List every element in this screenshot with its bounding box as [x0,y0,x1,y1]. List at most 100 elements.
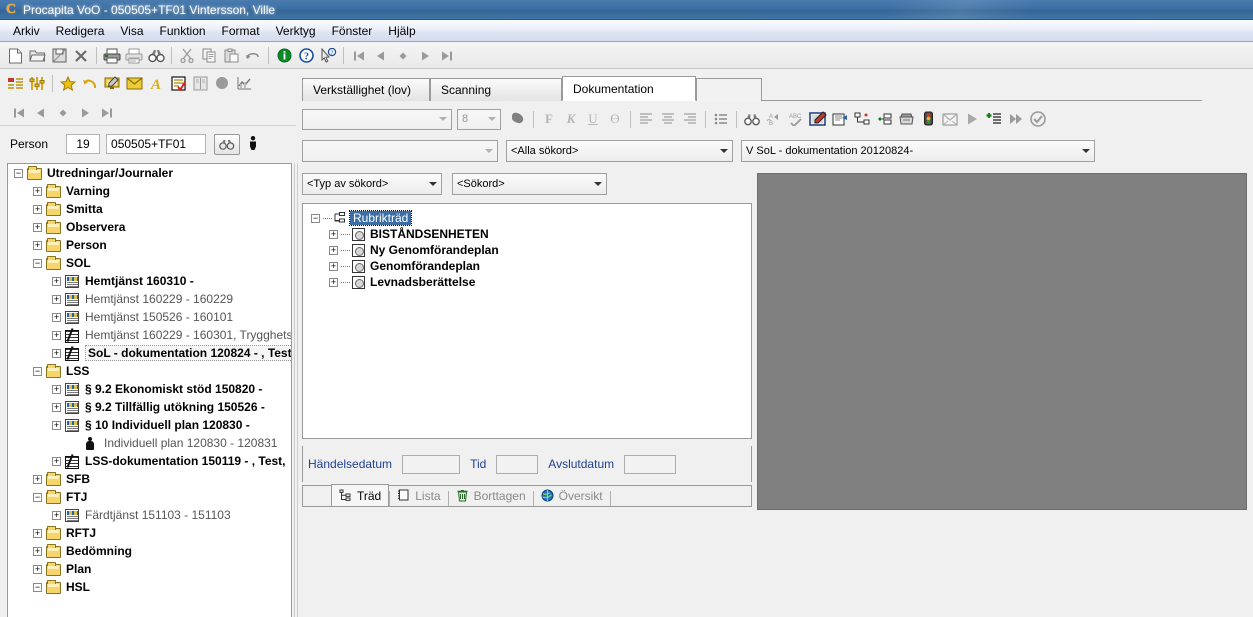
person-tree-icon[interactable] [248,135,258,153]
book-icon[interactable] [189,72,211,94]
keyword-select[interactable]: <Sökord> [452,173,607,195]
tree-item[interactable]: + Hemtjänst 160229 - 160301, Trygghetslar… [8,326,291,344]
rubriktrad-item[interactable]: + BISTÅNDSENHETEN [303,226,751,242]
nav-marker-icon[interactable] [392,45,414,67]
expand-icon[interactable]: + [52,510,61,520]
align-right-icon[interactable] [679,108,701,130]
event-date-input[interactable] [402,454,461,474]
nav-prev-icon[interactable] [30,102,52,124]
menu-item-arkiv[interactable]: Arkiv [5,22,48,40]
expand-icon[interactable]: + [52,330,61,340]
new-document-icon[interactable] [4,45,26,67]
expand-icon[interactable]: + [52,402,61,412]
close-x-icon[interactable] [70,45,92,67]
rubriktrad-item[interactable]: + Genomförandeplan [303,258,751,274]
tree-item[interactable]: + Observera [8,218,291,236]
forward-icon[interactable] [1005,108,1027,130]
find-binoculars-icon[interactable] [741,108,763,130]
menu-item-fonster[interactable]: Fönster [324,22,381,40]
nav-last-icon[interactable] [436,45,458,67]
nav-first-icon[interactable] [8,102,30,124]
rubriktrad-item[interactable]: + Ny Genomförandeplan [303,242,751,258]
tree-item[interactable]: − HSL [8,578,291,596]
archive-icon[interactable] [895,108,917,130]
envelope-icon[interactable] [123,72,145,94]
nav-next-icon[interactable] [74,102,96,124]
add-list-icon[interactable] [983,108,1005,130]
end-date-input[interactable] [624,454,677,474]
expand-icon[interactable]: + [52,420,61,430]
print-icon[interactable] [101,45,123,67]
nav-next-icon[interactable] [414,45,436,67]
bottom-tab-trad[interactable]: Träd [331,484,390,506]
font-a-icon[interactable]: A [145,72,167,94]
tab-overflow[interactable] [696,78,762,101]
checklist-icon[interactable] [167,72,189,94]
info-icon[interactable] [273,45,295,67]
chart-icon[interactable] [233,72,255,94]
rubriktrad-root[interactable]: − Rubrikträd [303,210,751,226]
strikethrough-button[interactable]: Ө [604,108,626,130]
collapse-icon[interactable]: − [33,582,42,592]
document-select[interactable]: V SoL - dokumentation 20120824- [741,140,1095,162]
spellcheck-abc-icon[interactable]: ABC [785,108,807,130]
tab-dokumentation[interactable]: Dokumentation [562,76,696,101]
undo-icon[interactable] [242,45,264,67]
approve-check-icon[interactable] [1027,108,1049,130]
nav-marker-icon[interactable] [52,102,74,124]
expand-icon[interactable]: + [329,261,338,271]
expand-icon[interactable]: + [52,294,61,304]
tree-item[interactable]: + SFB [8,470,291,488]
link-tree-icon[interactable] [851,108,873,130]
journal-tree-panel[interactable]: − Utredningar/Journaler + Varning + Smitta + Ob… [7,163,292,617]
collapse-icon[interactable]: − [14,168,23,178]
person-search-button[interactable] [214,133,241,155]
find-binoculars-icon[interactable] [145,45,167,67]
list-red-icon[interactable] [4,72,26,94]
traffic-light-icon[interactable] [917,108,939,130]
bottom-tab-borttagen[interactable]: Borttagen [449,485,533,506]
help-pointer-icon[interactable]: ? [317,45,339,67]
person-number-input[interactable]: 19 [66,134,101,154]
rubriktrad-panel[interactable]: − Rubrikträd + BISTÅNDSENHETEN + Ny Genomföra… [302,203,752,439]
person-id-input[interactable]: 050505+TF01 [106,134,207,154]
tree-item[interactable]: + Bedömning [8,542,291,560]
rubriktrad-item[interactable]: + Levnadsberättelse [303,274,751,290]
tab-scanning[interactable]: Scanning [430,78,562,101]
expand-icon[interactable]: + [52,312,61,322]
expand-icon[interactable]: + [33,186,42,196]
collapse-icon[interactable]: − [311,213,320,223]
tree-item[interactable]: + RFTJ [8,524,291,542]
bottom-tab-oversikt[interactable]: Översikt [534,485,610,506]
tree-item[interactable]: + Person [8,236,291,254]
tree-item[interactable]: Individuell plan 120830 - 120831 [8,434,291,452]
tree-item[interactable]: + Plan [8,560,291,578]
expand-icon[interactable]: + [33,528,42,538]
underline-button[interactable]: U [582,108,604,130]
nav-last-icon[interactable] [96,102,118,124]
tree-item[interactable]: − Utredningar/Journaler [8,164,291,182]
menu-item-funktion[interactable]: Funktion [152,22,214,40]
tree-item[interactable]: − LSS [8,362,291,380]
font-size-select[interactable]: 8 [457,108,501,130]
star-icon[interactable] [57,72,79,94]
italic-button[interactable]: K [560,108,582,130]
expand-icon[interactable]: + [52,456,61,466]
collapse-icon[interactable]: − [33,492,42,502]
bottom-tab-lista[interactable]: Lista [390,485,447,506]
expand-icon[interactable]: + [33,240,42,250]
tree-item[interactable]: + SoL - dokumentation 120824 - , Test [8,344,291,362]
nav-prev-icon[interactable] [370,45,392,67]
print-preview-icon[interactable] [123,45,145,67]
monitor-pen-icon[interactable] [101,72,123,94]
tree-item[interactable]: + § 9.2 Tillfällig utökning 150526 - [8,398,291,416]
align-center-icon[interactable] [657,108,679,130]
collapse-icon[interactable]: − [33,258,42,268]
replace-icon[interactable]: AB [763,108,785,130]
tree-item[interactable]: − SOL [8,254,291,272]
expand-icon[interactable]: + [33,222,42,232]
signature-icon[interactable] [807,108,829,130]
expand-icon[interactable]: + [52,384,61,394]
time-input[interactable] [496,454,539,474]
text-color-icon[interactable] [507,108,529,130]
